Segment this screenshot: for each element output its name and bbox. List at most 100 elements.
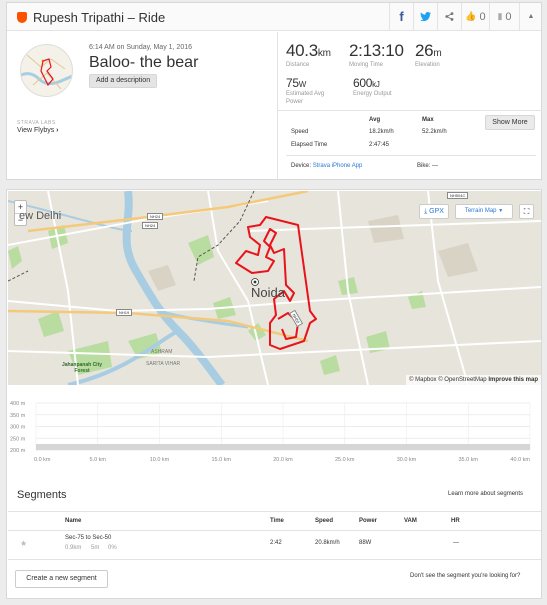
gpx-download-button[interactable]: ⤓ GPX <box>419 204 449 219</box>
show-more-button[interactable]: Show More <box>485 115 535 130</box>
activity-card: Rupesh Tripathi – Ride f 👍 0 ▮ 0 ▲ 6:14 AM… <box>6 2 542 180</box>
device-info: Device: Strava iPhone App <box>291 163 362 169</box>
terrain-label: Terrain Map <box>464 208 497 214</box>
attribution-text[interactable]: © Mapbox © OpenStreetMap <box>409 377 487 383</box>
improve-map-link[interactable]: Improve this map <box>488 377 538 383</box>
device-link[interactable]: Strava iPhone App <box>313 163 363 169</box>
segments-header-divider <box>8 530 541 531</box>
stat-distance: 40.3km Distance <box>286 41 331 69</box>
terrain-map-dropdown[interactable]: Terrain Map ▼ <box>455 204 513 219</box>
col-avg-header: Avg <box>369 117 381 123</box>
segment-distance: 0.9km <box>65 545 82 551</box>
y-tick-label: 300 m <box>10 425 26 431</box>
download-icon: ⤓ <box>424 208 428 215</box>
chevron-right-icon: › <box>56 127 59 134</box>
elevation-unit: m <box>433 48 442 59</box>
stat-elevation: 26m Elevation <box>415 41 442 69</box>
y-tick-label: 400 m <box>10 401 26 407</box>
seg-header-speed[interactable]: Speed <box>315 518 333 524</box>
thumbs-up-icon: 👍 <box>465 11 477 21</box>
facebook-share-button[interactable]: f <box>389 3 413 30</box>
segment-speed: 20.8km/h <box>315 540 340 546</box>
segments-divider <box>8 511 541 512</box>
segment-elevation: 5m <box>91 545 100 551</box>
star-icon[interactable]: ★ <box>20 539 27 548</box>
fullscreen-icon: ⛶ <box>523 207 530 216</box>
segment-time: 2:42 <box>270 540 282 546</box>
speed-max: 52.2km/h <box>422 129 447 135</box>
energy-label: Energy Output <box>353 91 392 97</box>
x-tick-label: 5.0 km <box>89 457 106 463</box>
road-sign-nh24-b: NH24 <box>142 222 159 229</box>
elevation-profile-area <box>36 444 530 450</box>
bike-label: Bike: <box>417 163 431 169</box>
create-segment-button[interactable]: Create a new segment <box>15 570 108 588</box>
elevation-value: 26 <box>415 41 434 60</box>
segments-title: Segments <box>17 489 67 501</box>
kudos-count: 0 <box>479 10 486 23</box>
route-line <box>235 216 317 350</box>
view-flybys-label: View Flybys <box>17 127 55 134</box>
column-divider <box>277 32 278 180</box>
seg-header-time[interactable]: Time <box>270 518 284 524</box>
strava-shield-icon <box>17 12 27 23</box>
athlete-avatar[interactable] <box>20 44 73 97</box>
segment-name[interactable]: Sec-75 to Sec-50 <box>65 535 111 541</box>
view-flybys-link[interactable]: View Flybys › <box>17 127 59 134</box>
x-tick-label: 35.0 km <box>458 457 478 463</box>
distance-unit: km <box>317 48 331 59</box>
route-thumbnail-icon <box>21 54 72 90</box>
seg-header-name[interactable]: Name <box>65 518 81 524</box>
map-label-jahanpanah: Jahanpanah City Forest <box>62 362 103 374</box>
elapsed-label: Elapsed Time <box>291 142 328 148</box>
x-tick-label: 10.0 km <box>150 457 170 463</box>
kudos-button[interactable]: 👍 0 <box>461 3 489 30</box>
elevation-chart[interactable]: 400 m 350 m 300 m 250 m 200 m 0.0 km 5.0 km 10.… <box>8 397 541 467</box>
missing-segment-link[interactable]: Don't see the segment you're looking for… <box>410 573 520 579</box>
gpx-label: GPX <box>429 208 444 215</box>
speed-avg: 18.2km/h <box>369 129 394 135</box>
map-label-ashram: ASHRAM <box>151 349 173 355</box>
moving-time-label: Moving Time <box>349 62 384 68</box>
elevation-label: Elevation <box>415 62 440 68</box>
energy-value: 600 <box>353 76 373 90</box>
seg-header-vam[interactable]: VAM <box>404 518 417 524</box>
y-tick-label: 200 m <box>10 448 26 454</box>
device-divider <box>286 155 536 156</box>
device-label: Device: <box>291 163 312 169</box>
comment-icon: ▮ <box>497 11 503 21</box>
road-sign-nh504c: NH504C <box>447 192 469 199</box>
segment-grade: 0% <box>108 545 117 551</box>
moving-time-value: 2:13:10 <box>349 41 404 60</box>
activity-header-bar: Rupesh Tripathi – Ride f 👍 0 ▮ 0 ▲ <box>7 3 541 31</box>
twitter-icon <box>420 12 431 21</box>
share-icon <box>445 12 454 21</box>
stat-power: 75W Estimated Avg Power <box>286 76 326 106</box>
segment-hr: — <box>453 540 459 546</box>
stat-energy: 600kJ Energy Output <box>353 76 392 98</box>
add-description-button[interactable]: Add a description <box>89 74 158 88</box>
stat-moving-time: 2:13:10 Moving Time <box>349 41 404 69</box>
col-max-header: Max <box>422 117 434 123</box>
seg-header-power[interactable]: Power <box>359 518 377 524</box>
twitter-share-button[interactable] <box>413 3 437 30</box>
x-tick-label: 30.0 km <box>397 457 417 463</box>
learn-segments-link[interactable]: Learn more about segments <box>448 491 523 497</box>
power-value: 75 <box>286 76 299 90</box>
seg-header-hr[interactable]: HR <box>451 518 460 524</box>
map-attribution: © Mapbox © OpenStreetMap Improve this ma… <box>406 375 541 385</box>
caret-down-icon: ▼ <box>498 208 504 214</box>
bike-info: Bike: — <box>417 163 438 169</box>
share-button[interactable] <box>437 3 461 30</box>
power-unit: W <box>298 80 307 89</box>
comment-button[interactable]: ▮ 0 <box>489 3 519 30</box>
chevron-up-icon: ▲ <box>527 13 535 20</box>
comment-count: 0 <box>505 10 512 23</box>
road-sign-nh24-a: NH24 <box>147 213 164 220</box>
fullscreen-button[interactable]: ⛶ <box>519 204 534 219</box>
segment-power: 88W <box>359 540 372 546</box>
route-map[interactable]: + − ⤓ GPX Terrain Map ▼ ⛶ ew Delhi Noida… <box>8 191 541 385</box>
activity-title: Rupesh Tripathi – Ride <box>33 10 166 25</box>
more-options-button[interactable]: ▲ <box>519 3 542 30</box>
x-tick-label: 20.0 km <box>273 457 293 463</box>
